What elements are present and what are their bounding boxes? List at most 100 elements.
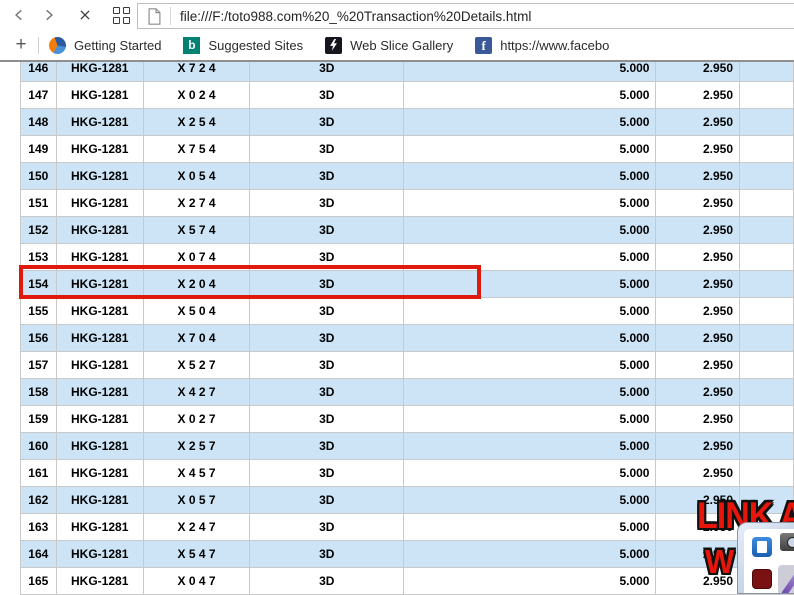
cell-market: HKG-1281 <box>56 136 143 163</box>
cell-bet: 5.000 <box>404 244 656 271</box>
cell-number: X 0 4 7 <box>143 568 250 595</box>
browser-toolbar: file:///F:/toto988.com%20_%20Transaction… <box>0 0 794 30</box>
transactions-table: 146HKG-1281X 7 2 43D5.0002.950147HKG-128… <box>20 54 794 595</box>
cell-game: 3D <box>250 163 404 190</box>
cell-no: 153 <box>21 244 57 271</box>
cell-no: 149 <box>21 136 57 163</box>
cell-number: X 0 5 4 <box>143 163 250 190</box>
promo-popup-window <box>737 522 794 594</box>
address-bar[interactable]: file:///F:/toto988.com%20_%20Transaction… <box>137 3 794 29</box>
cell-market: HKG-1281 <box>56 82 143 109</box>
transactions-table-body: 146HKG-1281X 7 2 43D5.0002.950147HKG-128… <box>21 55 794 595</box>
cell-empty <box>740 271 794 298</box>
cell-market: HKG-1281 <box>56 433 143 460</box>
cell-market: HKG-1281 <box>56 244 143 271</box>
back-button[interactable] <box>4 1 34 29</box>
favorite-getting-started[interactable]: Getting Started <box>49 37 161 54</box>
stop-button[interactable] <box>70 1 100 29</box>
table-row: 156HKG-1281X 7 0 43D5.0002.950 <box>21 325 794 352</box>
cell-no: 163 <box>21 514 57 541</box>
cell-empty <box>740 244 794 271</box>
cell-game: 3D <box>250 460 404 487</box>
cell-number: X 4 5 7 <box>143 460 250 487</box>
promo-popup-content <box>744 529 794 593</box>
cell-empty <box>740 136 794 163</box>
cell-number: X 7 5 4 <box>143 136 250 163</box>
table-row: 147HKG-1281X 0 2 43D5.0002.950 <box>21 82 794 109</box>
browser-chrome: file:///F:/toto988.com%20_%20Transaction… <box>0 0 794 62</box>
chevron-right-icon <box>42 8 56 22</box>
cell-game: 3D <box>250 82 404 109</box>
table-row: 162HKG-1281X 0 5 73D5.0002.950 <box>21 487 794 514</box>
cell-bet: 5.000 <box>404 163 656 190</box>
cell-no: 147 <box>21 82 57 109</box>
cell-number: X 5 7 4 <box>143 217 250 244</box>
cell-market: HKG-1281 <box>56 352 143 379</box>
cell-number: X 2 5 4 <box>143 109 250 136</box>
cell-empty <box>740 460 794 487</box>
cell-market: HKG-1281 <box>56 460 143 487</box>
cell-bet: 5.000 <box>404 487 656 514</box>
cell-market: HKG-1281 <box>56 271 143 298</box>
translator-app-icon <box>752 537 772 557</box>
cell-number: X 0 5 7 <box>143 487 250 514</box>
cell-pay: 2.950 <box>656 379 740 406</box>
cell-no: 162 <box>21 487 57 514</box>
cell-no: 159 <box>21 406 57 433</box>
cell-game: 3D <box>250 352 404 379</box>
cell-no: 161 <box>21 460 57 487</box>
cell-empty <box>740 433 794 460</box>
cell-bet: 5.000 <box>404 271 656 298</box>
cell-number: X 2 4 7 <box>143 514 250 541</box>
table-row: 148HKG-1281X 2 5 43D5.0002.950 <box>21 109 794 136</box>
cell-pay: 2.950 <box>656 109 740 136</box>
cell-pay: 2.950 <box>656 433 740 460</box>
cell-pay: 2.950 <box>656 82 740 109</box>
table-row: 161HKG-1281X 4 5 73D5.0002.950 <box>21 460 794 487</box>
cell-bet: 5.000 <box>404 190 656 217</box>
cell-game: 3D <box>250 325 404 352</box>
cell-pay: 2.950 <box>656 136 740 163</box>
favorite-web-slice-gallery[interactable]: Web Slice Gallery <box>325 37 453 54</box>
favorite-suggested-sites[interactable]: b Suggested Sites <box>183 37 303 54</box>
cell-empty <box>740 217 794 244</box>
cell-no: 156 <box>21 325 57 352</box>
cell-game: 3D <box>250 541 404 568</box>
cell-market: HKG-1281 <box>56 163 143 190</box>
table-row: 149HKG-1281X 7 5 43D5.0002.950 <box>21 136 794 163</box>
cell-no: 148 <box>21 109 57 136</box>
cell-game: 3D <box>250 433 404 460</box>
cell-empty <box>740 82 794 109</box>
bing-icon: b <box>183 37 200 54</box>
cell-bet: 5.000 <box>404 514 656 541</box>
add-favorite-button[interactable]: + <box>8 32 34 58</box>
cell-bet: 5.000 <box>404 109 656 136</box>
x-icon <box>78 8 92 22</box>
tabs-button[interactable] <box>106 1 136 29</box>
cell-number: X 0 2 7 <box>143 406 250 433</box>
cell-game: 3D <box>250 379 404 406</box>
cell-game: 3D <box>250 136 404 163</box>
cell-bet: 5.000 <box>404 298 656 325</box>
cell-game: 3D <box>250 244 404 271</box>
cell-game: 3D <box>250 487 404 514</box>
cell-no: 155 <box>21 298 57 325</box>
favorite-facebook[interactable]: f https://www.facebo <box>475 37 609 54</box>
promo-banner-text-2: W <box>705 543 733 582</box>
chevron-left-icon <box>12 8 26 22</box>
cell-number: X 2 7 4 <box>143 190 250 217</box>
cell-empty <box>740 298 794 325</box>
table-row: 150HKG-1281X 0 5 43D5.0002.950 <box>21 163 794 190</box>
table-row: 153HKG-1281X 0 7 43D5.0002.950 <box>21 244 794 271</box>
cell-pay: 2.950 <box>656 190 740 217</box>
forward-button[interactable] <box>34 1 64 29</box>
cell-bet: 5.000 <box>404 325 656 352</box>
table-row: 164HKG-1281X 5 4 73D5.0002.950 <box>21 541 794 568</box>
cell-pay: 2.950 <box>656 460 740 487</box>
cell-market: HKG-1281 <box>56 406 143 433</box>
cell-bet: 5.000 <box>404 541 656 568</box>
firefox-icon <box>49 37 66 54</box>
cell-pay: 2.950 <box>656 244 740 271</box>
cell-market: HKG-1281 <box>56 514 143 541</box>
cell-empty <box>740 406 794 433</box>
